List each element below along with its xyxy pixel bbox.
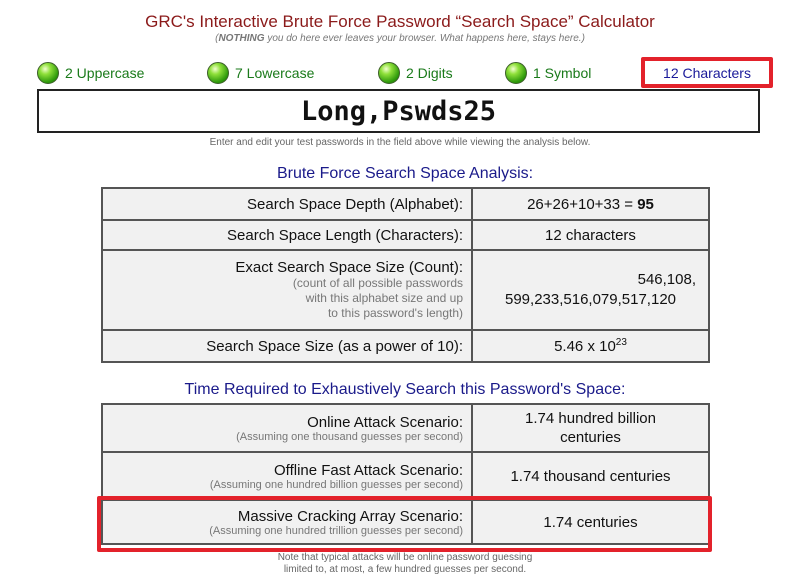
power-exponent: 23 [615, 337, 627, 348]
power-value: 5.46 x 1023 [471, 329, 710, 363]
green-indicator-icon [378, 62, 400, 84]
online-value-line-1: 1.74 hundred billion [525, 410, 656, 427]
offline-label: Offline Fast Attack Scenario: [274, 461, 463, 479]
offline-label-cell: Offline Fast Attack Scenario: (Assuming … [101, 451, 473, 501]
massive-note: (Assuming one hundred trillion guesses p… [209, 524, 463, 537]
size-value-line-2: 599,233,516,079,517,120 [505, 291, 676, 308]
subtitle-strong: NOTHING [218, 33, 265, 44]
stat-lowercase-label: 7 Lowercase [235, 65, 315, 81]
time-title: Time Required to Exhaustively Search thi… [184, 381, 626, 398]
green-indicator-icon [37, 62, 59, 84]
offline-value: 1.74 thousand centuries [471, 451, 710, 501]
stat-uppercase: 2 Uppercase [37, 60, 144, 86]
table-row: Search Space Size (as a power of 10): 5.… [101, 329, 710, 363]
size-note-1: (count of all possible passwords [292, 276, 463, 290]
offline-note: (Assuming one hundred billion guesses pe… [209, 478, 463, 491]
green-indicator-icon [505, 62, 527, 84]
size-note-2: with this alphabet size and up [305, 291, 463, 305]
stat-uppercase-label: 2 Uppercase [65, 65, 145, 81]
page-subtitle: (NOTHING you do here ever leaves your br… [0, 33, 800, 44]
online-label-cell: Online Attack Scenario: (Assuming one th… [101, 403, 473, 453]
input-hint: Enter and edit your test passwords in th… [209, 137, 591, 148]
table-row: Exact Search Space Size (Count): (count … [101, 249, 710, 331]
table-row: Search Space Length (Characters): 12 cha… [101, 219, 710, 251]
stat-digits: 2 Digits [378, 60, 453, 86]
size-note-3: to this password's length) [327, 306, 463, 320]
footer-note-line-2: limited to, at most, a few hundred guess… [283, 564, 527, 575]
size-label: Exact Search Space Size (Count): [235, 259, 463, 276]
stat-characters-label: 12 Characters [663, 64, 751, 81]
stat-digits-label: 2 Digits [406, 65, 453, 81]
size-value: 546,108, 599,233,516,079,517,120 [471, 249, 710, 331]
length-value: 12 characters [471, 219, 710, 251]
page-title: GRC's Interactive Brute Force Password “… [145, 12, 655, 31]
depth-label: Search Space Depth (Alphabet): [101, 187, 473, 221]
table-row: Offline Fast Attack Scenario: (Assuming … [101, 451, 710, 501]
stat-symbols: 1 Symbol [505, 60, 591, 86]
password-input[interactable] [37, 89, 760, 133]
online-label: Online Attack Scenario: [307, 413, 463, 431]
subtitle-rest: you do here ever leaves your browser. Wh… [264, 33, 585, 44]
length-label: Search Space Length (Characters): [101, 219, 473, 251]
size-value-line-1: 546,108, [637, 271, 696, 288]
table-row: Search Space Depth (Alphabet): 26+26+10+… [101, 187, 710, 221]
depth-formula: 26+26+10+33 = [527, 195, 638, 213]
online-value: 1.74 hundred billion centuries [471, 403, 710, 453]
massive-value: 1.74 centuries [471, 499, 710, 545]
massive-label-cell: Massive Cracking Array Scenario: (Assumi… [101, 499, 473, 545]
online-note: (Assuming one thousand guesses per secon… [236, 430, 463, 443]
table-row: Online Attack Scenario: (Assuming one th… [101, 403, 710, 453]
analysis-table: Search Space Depth (Alphabet): 26+26+10+… [101, 187, 710, 363]
size-label-cell: Exact Search Space Size (Count): (count … [101, 249, 473, 331]
depth-total: 95 [637, 195, 654, 213]
time-table: Online Attack Scenario: (Assuming one th… [101, 403, 710, 545]
footer-note: Note that typical attacks will be online… [0, 552, 800, 576]
footer-note-line-1: Note that typical attacks will be online… [277, 552, 533, 563]
green-indicator-icon [207, 62, 229, 84]
stat-characters: 12 Characters [641, 57, 773, 88]
table-row: Massive Cracking Array Scenario: (Assumi… [101, 499, 710, 545]
power-mantissa: 5.46 x 10 [554, 338, 616, 355]
stat-symbols-label: 1 Symbol [533, 65, 592, 81]
depth-value: 26+26+10+33 = 95 [471, 187, 710, 221]
online-value-line-2: centuries [560, 429, 621, 446]
power-label: Search Space Size (as a power of 10): [101, 329, 473, 363]
analysis-title: Brute Force Search Space Analysis: [276, 165, 534, 182]
massive-label: Massive Cracking Array Scenario: [237, 507, 463, 525]
stat-lowercase: 7 Lowercase [207, 60, 314, 86]
